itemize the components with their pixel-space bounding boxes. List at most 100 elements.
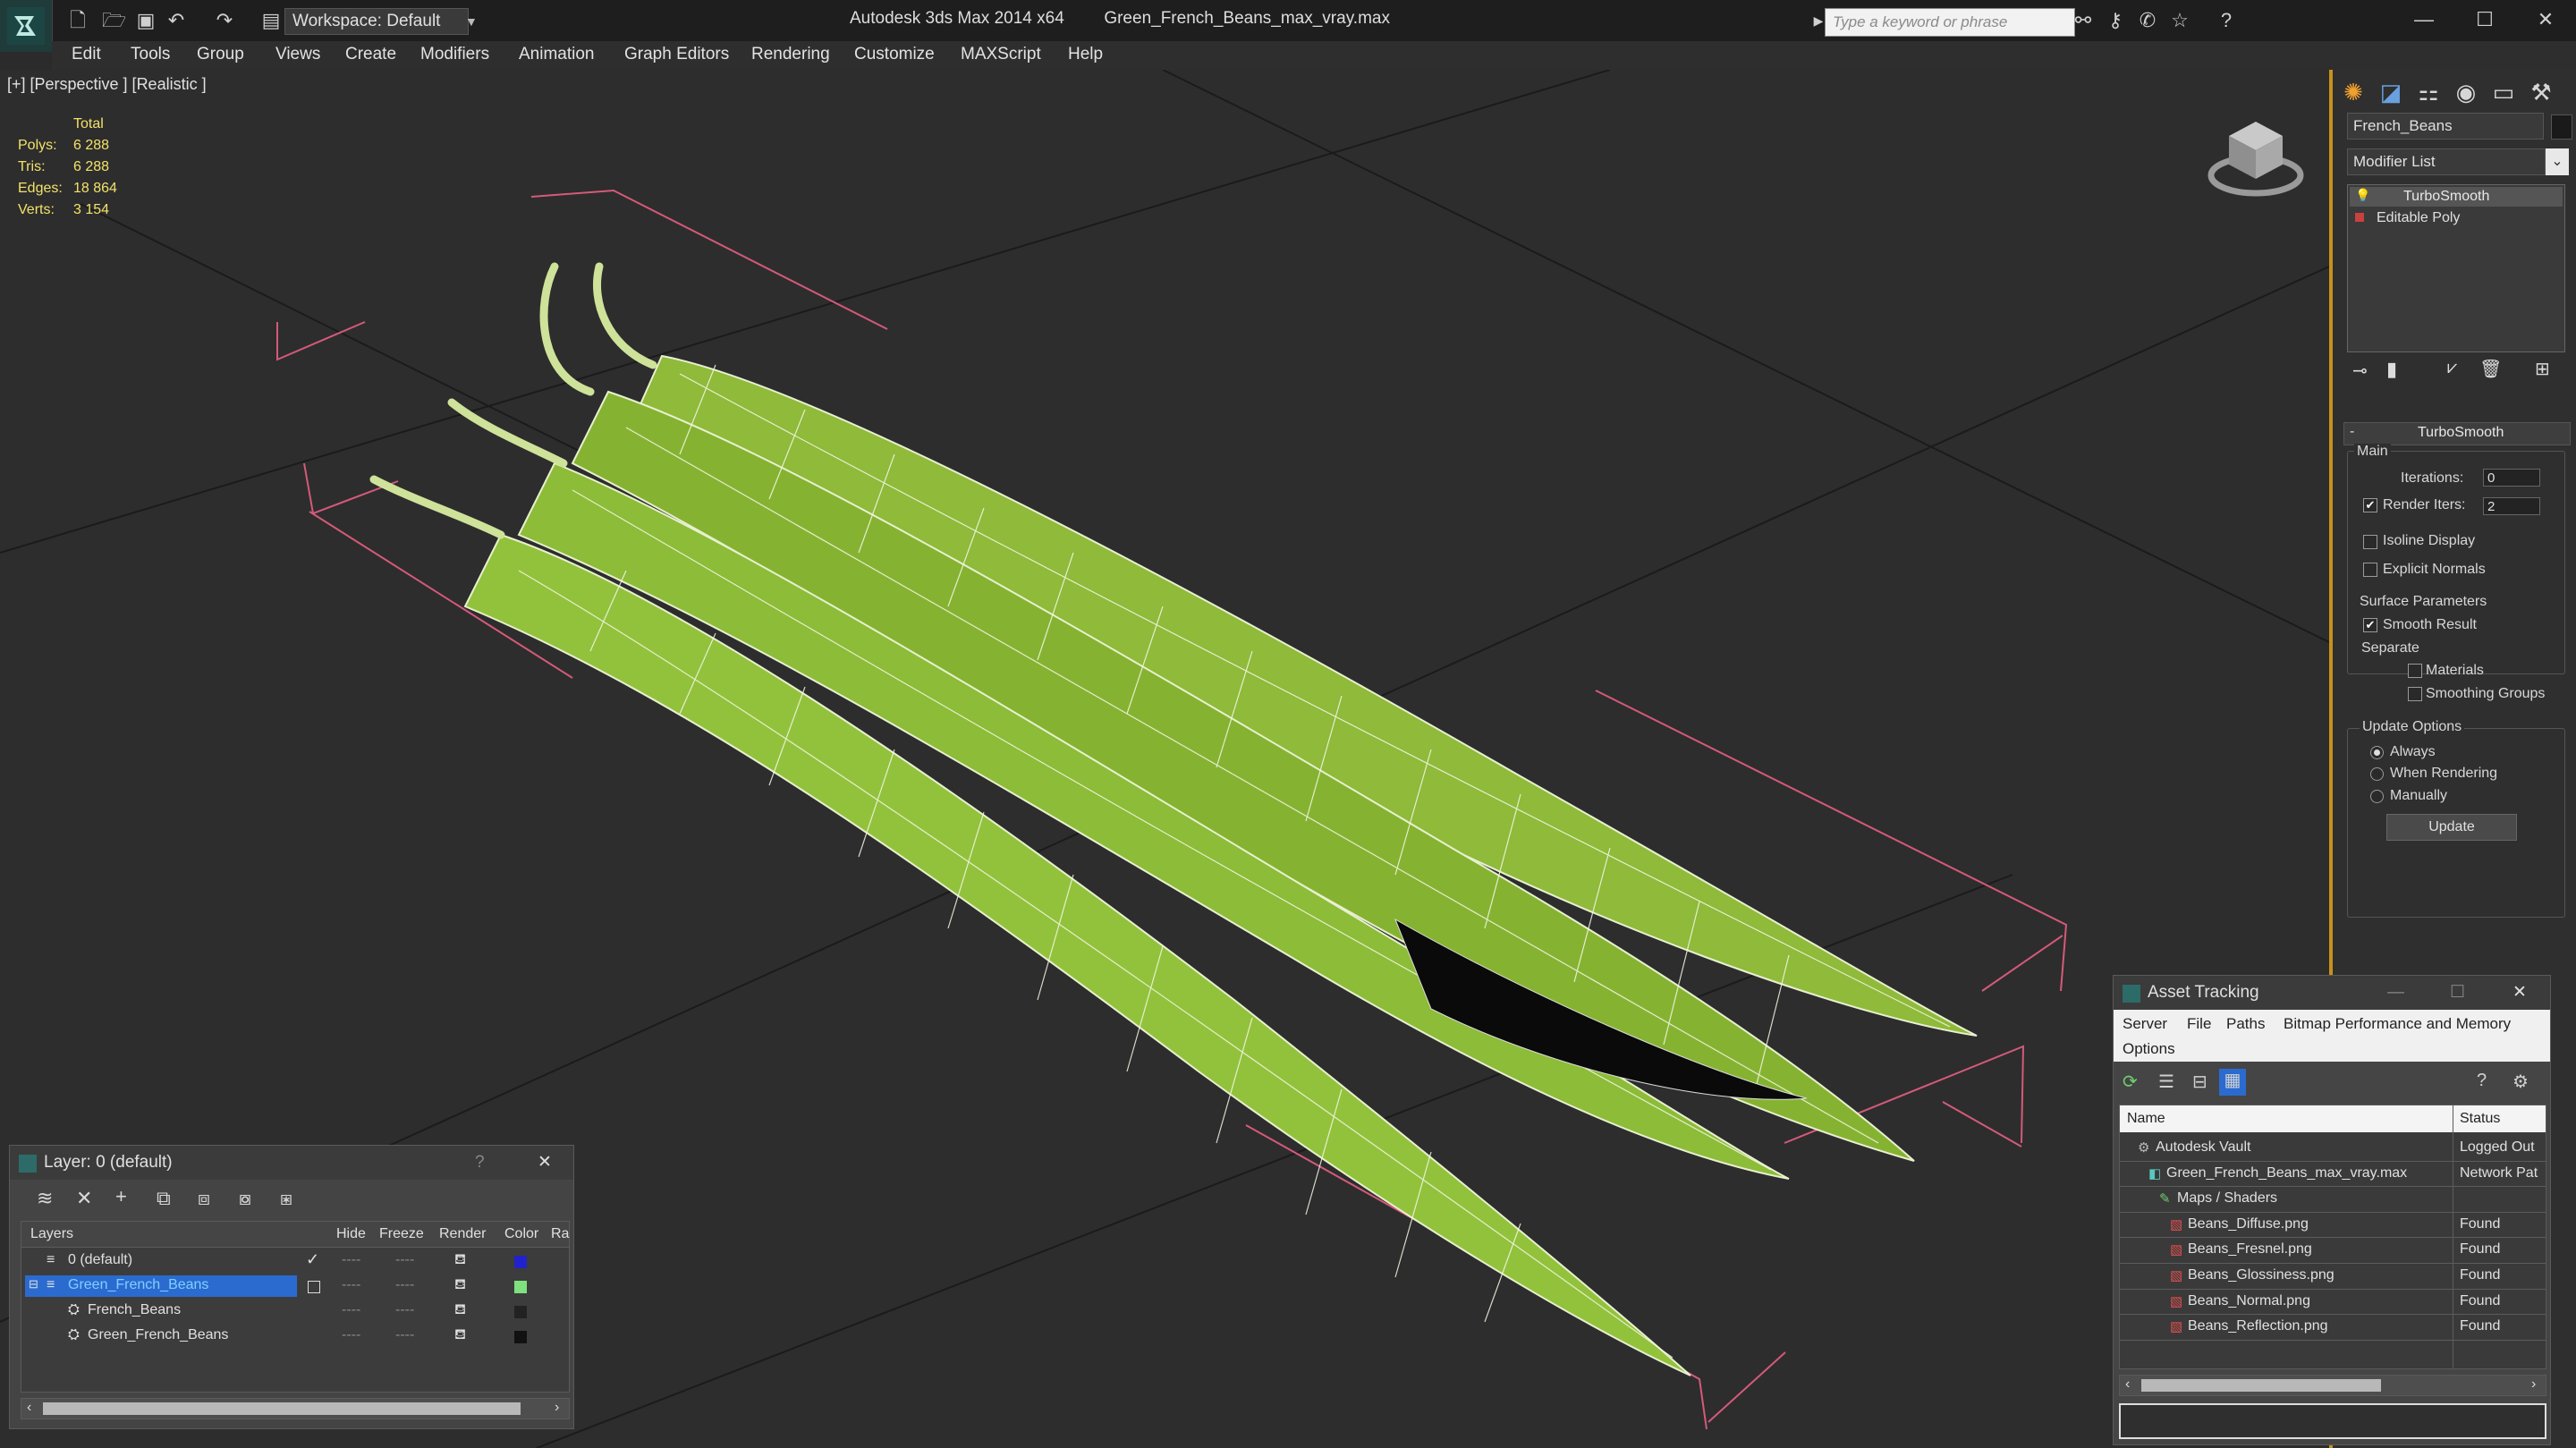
render-teapot-icon[interactable]: ⛾ [454,1251,466,1269]
smooth-result-checkbox[interactable]: ✔ [2363,618,2377,632]
col-color[interactable]: Color [504,1226,538,1242]
asset-row[interactable]: ⚙ Autodesk Vault Logged Out [2120,1136,2546,1162]
layer-horizontal-scrollbar[interactable]: ‹ › [21,1398,570,1419]
render-teapot-icon[interactable]: ⛾ [454,1276,466,1294]
new-file-icon[interactable]: 🗋 [66,9,89,32]
help-icon[interactable]: ? [2477,1071,2487,1091]
chevron-down-icon[interactable]: ▼ [465,8,481,35]
close-icon[interactable]: ✕ [538,1146,552,1180]
object-color-swatch[interactable] [2551,114,2572,140]
create-tab-icon[interactable]: ✺ [2336,75,2370,109]
col-render[interactable]: Render [439,1226,486,1242]
maximize-icon[interactable]: ☐ [2458,0,2512,39]
freeze-toggle[interactable]: ---- [395,1252,414,1268]
asset-row[interactable]: ◧ Green_French_Beans_max_vray.max Network … [2120,1162,2546,1188]
current-layer-checkmark-icon[interactable]: ✓ [306,1250,319,1269]
render-teapot-icon[interactable]: ⛾ [454,1326,466,1344]
modify-tab-icon[interactable]: ◪ [2374,75,2408,109]
col-status[interactable]: Status [2460,1111,2500,1127]
close-icon[interactable]: ✕ [2512,976,2527,1010]
layer-row[interactable]: ⊟ ≡ Green_French_Beans ---- ---- ⛾ [21,1274,569,1299]
layer-row[interactable]: ≡ 0 (default) ✓ ---- ---- ⛾ [21,1249,569,1274]
smoothing-groups-checkbox[interactable] [2408,687,2422,701]
utilities-tab-icon[interactable]: ⚒ [2524,75,2558,109]
col-layers[interactable]: Layers [30,1226,73,1242]
hide-toggle[interactable]: ---- [342,1327,360,1343]
new-layer-icon[interactable]: ≋ [37,1187,53,1210]
asset-menu-file[interactable]: File [2187,1015,2211,1033]
scroll-right-icon[interactable]: › [555,1400,559,1416]
materials-checkbox[interactable] [2408,664,2422,678]
table-view-icon[interactable]: ▦ [2219,1069,2246,1096]
scrollbar-thumb[interactable] [43,1402,521,1415]
stack-item-editable-poly[interactable]: Editable Poly [2350,208,2563,228]
green-beans-mesh[interactable] [369,262,1978,1376]
modifier-list-dropdown[interactable]: Modifier List [2347,148,2546,175]
show-end-result-icon[interactable]: ▮ [2386,358,2397,381]
help-icon[interactable]: ? [2215,9,2238,32]
layer-color-swatch[interactable] [514,1281,527,1293]
scrollbar-thumb[interactable] [2141,1379,2381,1392]
asset-menu-paths[interactable]: Paths [2226,1015,2265,1033]
settings-icon[interactable]: ⚙ [2512,1071,2529,1093]
maximize-icon[interactable]: ☐ [2450,976,2465,1010]
layer-row[interactable]: ⛭ French_Beans ---- ---- ⛾ [21,1299,569,1324]
tree-view-icon[interactable]: ⊟ [2192,1071,2207,1093]
asset-row[interactable]: ✎ Maps / Shaders [2120,1187,2546,1213]
asset-menu-options[interactable]: Options [2123,1040,2175,1058]
collapse-minus-icon[interactable]: ⊟ [29,1277,38,1291]
asset-row[interactable]: ▧ Beans_Normal.png Found [2120,1290,2546,1316]
key-icon[interactable]: ⚷ [2104,9,2127,32]
workspace-dropdown[interactable]: Workspace: Default [284,8,469,35]
menu-edit[interactable]: Edit [72,45,101,64]
undo-icon[interactable]: ↶ [165,9,188,32]
add-to-layer-icon[interactable]: + [115,1185,127,1208]
favorites-star-icon[interactable]: ☆ [2168,9,2191,32]
layer-row[interactable]: ⛭ Green_French_Beans ---- ---- ⛾ [21,1324,569,1349]
scroll-left-icon[interactable]: ‹ [2125,1376,2130,1393]
asset-panel-titlebar[interactable]: Asset Tracking — ☐ ✕ [2114,976,2550,1010]
menu-customize[interactable]: Customize [854,45,935,64]
layer-color-swatch[interactable] [514,1306,527,1318]
layer-name[interactable]: Green_French_Beans [88,1327,228,1343]
iterations-spinner[interactable]: 0 [2483,469,2540,487]
project-folder-icon[interactable]: ▤ [259,9,283,32]
stack-item-turbosmooth[interactable]: 💡 TurboSmooth [2350,187,2563,207]
lightbulb-icon[interactable]: 💡 [2355,188,2370,203]
communication-center-icon[interactable]: ✆ [2136,9,2159,32]
asset-row[interactable]: ▧ Beans_Fresnel.png Found [2120,1238,2546,1264]
set-current-checkbox[interactable] [308,1281,320,1293]
explicit-normals-checkbox[interactable] [2363,563,2377,577]
menu-create[interactable]: Create [345,45,396,64]
menu-graph-editors[interactable]: Graph Editors [624,45,729,64]
binoculars-icon[interactable]: ⚯ [2072,9,2095,32]
col-radiosity[interactable]: Ra [551,1226,569,1242]
help-icon[interactable]: ? [475,1146,485,1180]
display-tab-icon[interactable]: ▭ [2487,75,2521,109]
make-unique-icon[interactable]: ⩗ [2447,358,2457,378]
app-menu-button[interactable] [0,0,53,52]
search-input[interactable]: Type a keyword or phrase [1825,8,2075,37]
hide-toggle[interactable]: ---- [342,1252,360,1268]
chevron-down-icon[interactable]: ⌄ [2546,148,2569,175]
menu-help[interactable]: Help [1068,45,1103,64]
motion-tab-icon[interactable]: ◉ [2449,75,2483,109]
list-view-icon[interactable]: ☰ [2158,1071,2174,1093]
close-icon[interactable]: ✕ [2519,0,2572,39]
save-file-icon[interactable]: ▣ [134,9,157,32]
menu-tools[interactable]: Tools [131,45,170,64]
render-teapot-icon[interactable]: ⛾ [454,1301,466,1319]
freeze-all-layers-icon[interactable]: ⧆ [280,1187,292,1210]
scroll-right-icon[interactable]: › [2531,1376,2536,1393]
render-iters-spinner[interactable]: 2 [2483,497,2540,515]
hide-all-layers-icon[interactable]: ⧇ [239,1187,251,1210]
always-radio[interactable] [2370,746,2384,759]
minimize-icon[interactable]: — [2397,0,2451,39]
refresh-icon[interactable]: ⟳ [2123,1071,2138,1093]
collapse-icon[interactable]: - [2350,424,2354,440]
expand-plus-icon[interactable] [2355,213,2364,222]
menu-views[interactable]: Views [275,45,320,64]
col-name[interactable]: Name [2127,1111,2165,1127]
col-freeze[interactable]: Freeze [379,1226,424,1242]
asset-menu-bitmap-performance[interactable]: Bitmap Performance and Memory [2284,1015,2511,1033]
